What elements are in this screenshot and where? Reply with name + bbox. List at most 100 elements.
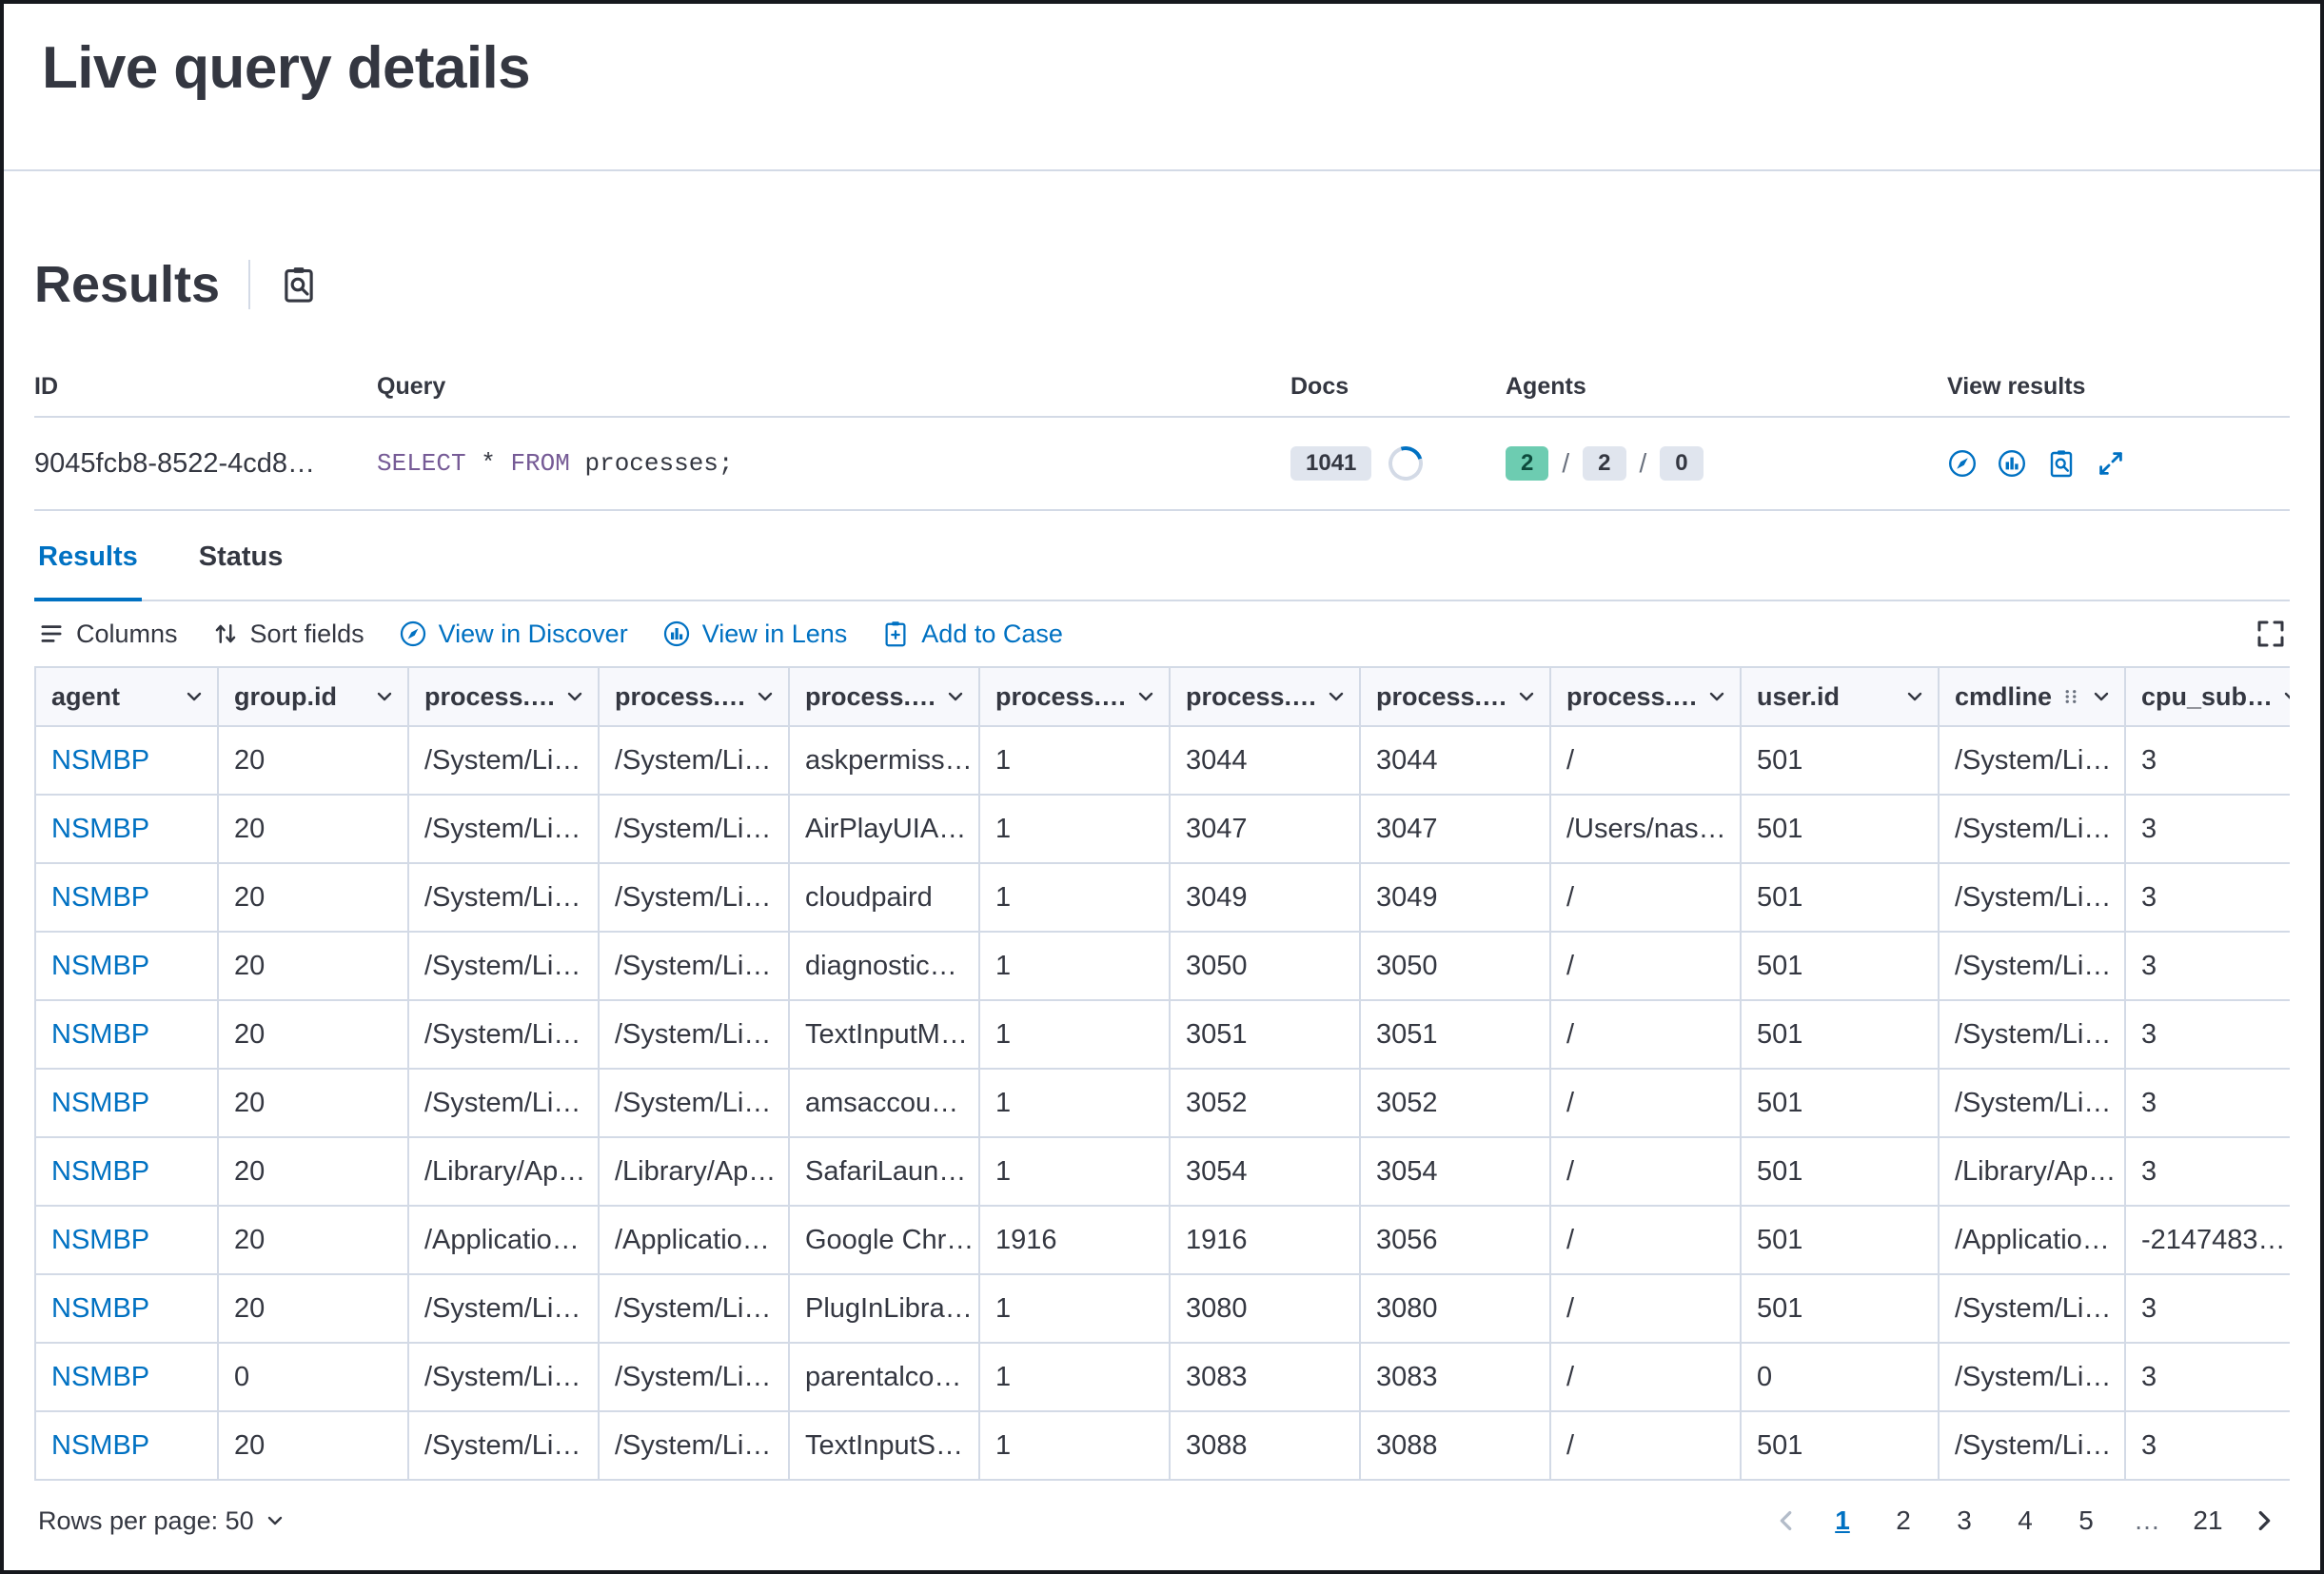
agent-link[interactable]: NSMBP bbox=[36, 1138, 219, 1207]
grid-cell-process-col-3: TextInputS… bbox=[790, 1412, 980, 1481]
inspect-result-icon[interactable] bbox=[2046, 448, 2077, 479]
grid-cell-cmdline: /Applicatio… bbox=[1940, 1207, 2126, 1275]
fullscreen-icon bbox=[2255, 619, 2286, 649]
grid-cell-cmdline: /Library/Ap… bbox=[1940, 1138, 2126, 1207]
fullscreen-button[interactable] bbox=[2255, 619, 2286, 649]
pagination-page-4[interactable]: 4 bbox=[1999, 1502, 2052, 1540]
grid-column-header-process-col-5[interactable]: process.… bbox=[1171, 668, 1361, 727]
query-id: 9045fcb8-8522-4cd8… bbox=[34, 448, 315, 480]
column-header-label: process.… bbox=[805, 682, 936, 712]
grid-column-header-process-col-7[interactable]: process.… bbox=[1551, 668, 1742, 727]
grid-cell-process-col-1: /System/Li… bbox=[409, 727, 600, 796]
grid-column-header-process-col-2[interactable]: process.… bbox=[600, 668, 790, 727]
grid-column-header-process-col-4[interactable]: process.… bbox=[980, 668, 1171, 727]
view-in-discover-icon[interactable] bbox=[1947, 448, 1978, 479]
grid-cell-process-col-4: 1 bbox=[980, 1344, 1171, 1412]
sort-fields-button[interactable]: Sort fields bbox=[212, 620, 364, 649]
column-header-label: cpu_sub… bbox=[2141, 682, 2273, 712]
query-summary-table: ID Query Docs Agents View results 9045fc… bbox=[34, 360, 2290, 511]
grid-column-header-process-col-1[interactable]: process.… bbox=[409, 668, 600, 727]
inspect-button[interactable] bbox=[279, 265, 319, 305]
summary-header-docs: Docs bbox=[1290, 360, 1506, 418]
agent-link[interactable]: NSMBP bbox=[36, 1344, 219, 1412]
agent-link[interactable]: NSMBP bbox=[36, 1412, 219, 1481]
pagination-page-2[interactable]: 2 bbox=[1877, 1502, 1930, 1540]
grid-cell-process-col-5: 3052 bbox=[1171, 1070, 1361, 1138]
rows-per-page-label: Rows per page: 50 bbox=[38, 1506, 254, 1536]
grid-column-header-process-col-3[interactable]: process.… bbox=[790, 668, 980, 727]
agent-link[interactable]: NSMBP bbox=[36, 1070, 219, 1138]
grid-cell-process-col-3: diagnostic… bbox=[790, 933, 980, 1001]
grid-cell-cmdline: /System/Li… bbox=[1940, 933, 2126, 1001]
grid-cell-process-col-3: SafariLaun… bbox=[790, 1138, 980, 1207]
agents-cell: 2 / 2 / 0 bbox=[1506, 418, 1947, 511]
add-to-case-link[interactable]: Add to Case bbox=[881, 620, 1063, 649]
agent-link[interactable]: NSMBP bbox=[36, 1001, 219, 1070]
tab-status[interactable]: Status bbox=[195, 538, 287, 600]
grid-cell-process-col-6: 3050 bbox=[1361, 933, 1551, 1001]
open-details-icon[interactable] bbox=[2096, 448, 2126, 479]
pagination-page-3[interactable]: 3 bbox=[1938, 1502, 1991, 1540]
grid-cell-process-col-2: /System/Li… bbox=[600, 1275, 790, 1344]
agent-link[interactable]: NSMBP bbox=[36, 796, 219, 864]
agent-link[interactable]: NSMBP bbox=[36, 727, 219, 796]
grid-cell-process-col-5: 3051 bbox=[1171, 1001, 1361, 1070]
grid-cell-cmdline: /System/Li… bbox=[1940, 1070, 2126, 1138]
grid-cell-cmdline: /System/Li… bbox=[1940, 1412, 2126, 1481]
grid-cell-user-id: 501 bbox=[1742, 1207, 1940, 1275]
grid-cell-process-col-4: 1916 bbox=[980, 1207, 1171, 1275]
column-header-label: agent bbox=[51, 682, 175, 712]
grid-cell-process-col-4: 1 bbox=[980, 1412, 1171, 1481]
grid-cell-process-col-6: 3049 bbox=[1361, 864, 1551, 933]
pagination-bar: Rows per page: 50 12345…21 bbox=[34, 1481, 2290, 1540]
grid-cell-process-col-2: /System/Li… bbox=[600, 1001, 790, 1070]
pagination-next-button[interactable] bbox=[2242, 1506, 2286, 1535]
pagination-page-5[interactable]: 5 bbox=[2059, 1502, 2113, 1540]
column-header-label: process.… bbox=[1566, 682, 1698, 712]
grid-cell-group-id: 20 bbox=[219, 1070, 409, 1138]
agent-link[interactable]: NSMBP bbox=[36, 1275, 219, 1344]
grid-cell-group-id: 20 bbox=[219, 864, 409, 933]
main-content: Results ID Query Docs Agents View result… bbox=[4, 255, 2320, 1540]
grid-cell-process-col-2: /System/Li… bbox=[600, 933, 790, 1001]
view-in-lens-icon[interactable] bbox=[1997, 448, 2027, 479]
pagination-previous-button[interactable] bbox=[1764, 1506, 1808, 1535]
grid-cell-process-col-3: TextInputM… bbox=[790, 1001, 980, 1070]
results-heading: Results bbox=[34, 255, 220, 314]
grid-cell-process-col-2: /System/Li… bbox=[600, 1412, 790, 1481]
grid-cell-group-id: 20 bbox=[219, 1412, 409, 1481]
grid-cell-process-col-1: /System/Li… bbox=[409, 1001, 600, 1070]
view-in-discover-link[interactable]: View in Discover bbox=[399, 620, 628, 649]
agents-failed-badge: 0 bbox=[1660, 446, 1703, 481]
grid-cell-process-col-5: 3054 bbox=[1171, 1138, 1361, 1207]
agent-link[interactable]: NSMBP bbox=[36, 1207, 219, 1275]
agent-link[interactable]: NSMBP bbox=[36, 864, 219, 933]
add-to-case-icon bbox=[881, 620, 910, 648]
grid-column-header-agent[interactable]: agent bbox=[36, 668, 219, 727]
grid-cell-process-col-6: 3044 bbox=[1361, 727, 1551, 796]
sql-table-name: processes; bbox=[584, 449, 733, 478]
pagination-page-1[interactable]: 1 bbox=[1816, 1502, 1869, 1540]
rows-per-page-button[interactable]: Rows per page: 50 bbox=[38, 1506, 286, 1536]
agent-link[interactable]: NSMBP bbox=[36, 933, 219, 1001]
view-in-lens-link[interactable]: View in Lens bbox=[662, 620, 848, 649]
grid-column-header-cpu-subtype[interactable]: cpu_sub… bbox=[2126, 668, 2290, 727]
grid-cell-process-col-7: / bbox=[1551, 933, 1742, 1001]
columns-button[interactable]: Columns bbox=[38, 620, 178, 649]
grid-column-header-user-id[interactable]: user.id bbox=[1742, 668, 1940, 727]
grid-column-header-group-id[interactable]: group.id bbox=[219, 668, 409, 727]
column-header-label: user.id bbox=[1757, 682, 1896, 712]
summary-header-id: ID bbox=[34, 360, 377, 418]
chevron-down-icon bbox=[2090, 685, 2113, 708]
grid-cell-process-col-6: 3083 bbox=[1361, 1344, 1551, 1412]
grid-cell-process-col-5: 3049 bbox=[1171, 864, 1361, 933]
grid-cell-process-col-6: 3047 bbox=[1361, 796, 1551, 864]
tab-results[interactable]: Results bbox=[34, 538, 142, 601]
grid-cell-process-col-5: 3083 bbox=[1171, 1344, 1361, 1412]
chevron-down-icon bbox=[183, 685, 206, 708]
pagination-page-21[interactable]: 21 bbox=[2181, 1502, 2235, 1540]
grid-cell-cpu-subtype: 3 bbox=[2126, 727, 2290, 796]
grid-cell-process-col-1: /System/Li… bbox=[409, 1275, 600, 1344]
grid-column-header-cmdline[interactable]: cmdline bbox=[1940, 668, 2126, 727]
grid-column-header-process-col-6[interactable]: process.… bbox=[1361, 668, 1551, 727]
